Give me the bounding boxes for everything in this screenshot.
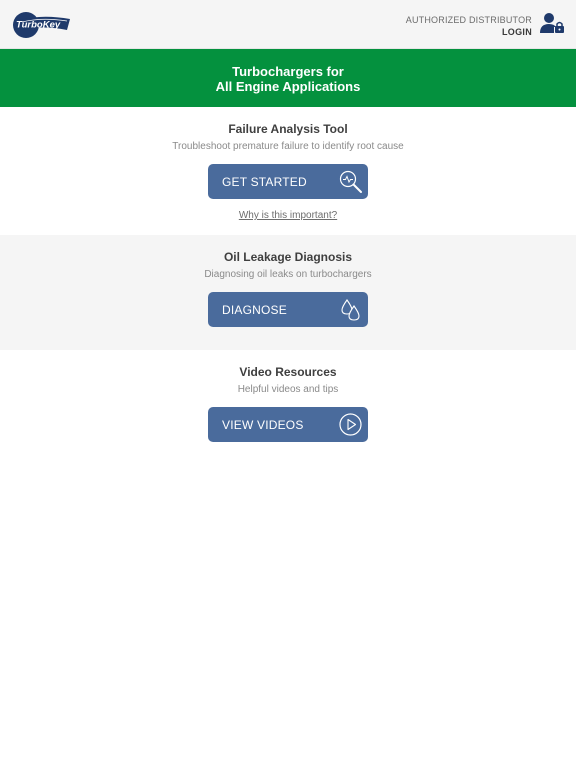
app-header: TurboKey AUTHORIZED DISTRIBUTOR LOGIN	[0, 0, 576, 49]
play-circle-icon	[339, 413, 362, 436]
oil-leakage-section: Oil Leakage Diagnosis Diagnosing oil lea…	[0, 235, 576, 350]
distributor-login[interactable]: AUTHORIZED DISTRIBUTOR LOGIN	[406, 14, 532, 38]
login-link[interactable]: LOGIN	[406, 26, 532, 38]
tagline-banner: Turbochargers for All Engine Application…	[0, 49, 576, 107]
failure-analysis-section: Failure Analysis Tool Troubleshoot prema…	[0, 107, 576, 235]
diagnose-button[interactable]: DIAGNOSE	[208, 292, 368, 327]
get-started-button[interactable]: GET STARTED	[208, 164, 368, 199]
logo-wordmark: TurboKey	[16, 20, 61, 31]
user-lock-icon[interactable]	[540, 12, 565, 34]
distributor-label: AUTHORIZED DISTRIBUTOR	[405, 15, 532, 25]
section-title: Oil Leakage Diagnosis	[223, 250, 353, 264]
button-label: VIEW VIDEOS	[222, 418, 304, 432]
view-videos-button[interactable]: VIEW VIDEOS	[208, 407, 368, 442]
turbokey-logo[interactable]: TurboKey	[12, 10, 72, 40]
banner-line-2: All Engine Applications	[215, 79, 361, 94]
section-subtitle: Helpful videos and tips	[237, 384, 339, 395]
video-resources-section: Video Resources Helpful videos and tips …	[0, 350, 576, 450]
oil-drops-icon	[341, 299, 360, 321]
button-label: DIAGNOSE	[222, 303, 287, 317]
section-title: Failure Analysis Tool	[228, 122, 348, 136]
magnifier-analysis-icon	[339, 170, 362, 193]
section-subtitle: Diagnosing oil leaks on turbochargers	[204, 269, 372, 280]
button-label: GET STARTED	[222, 175, 307, 189]
why-important-link[interactable]: Why is this important?	[239, 210, 337, 221]
section-subtitle: Troubleshoot premature failure to identi…	[172, 141, 404, 152]
section-title: Video Resources	[239, 365, 337, 379]
banner-line-1: Turbochargers for	[232, 64, 344, 79]
